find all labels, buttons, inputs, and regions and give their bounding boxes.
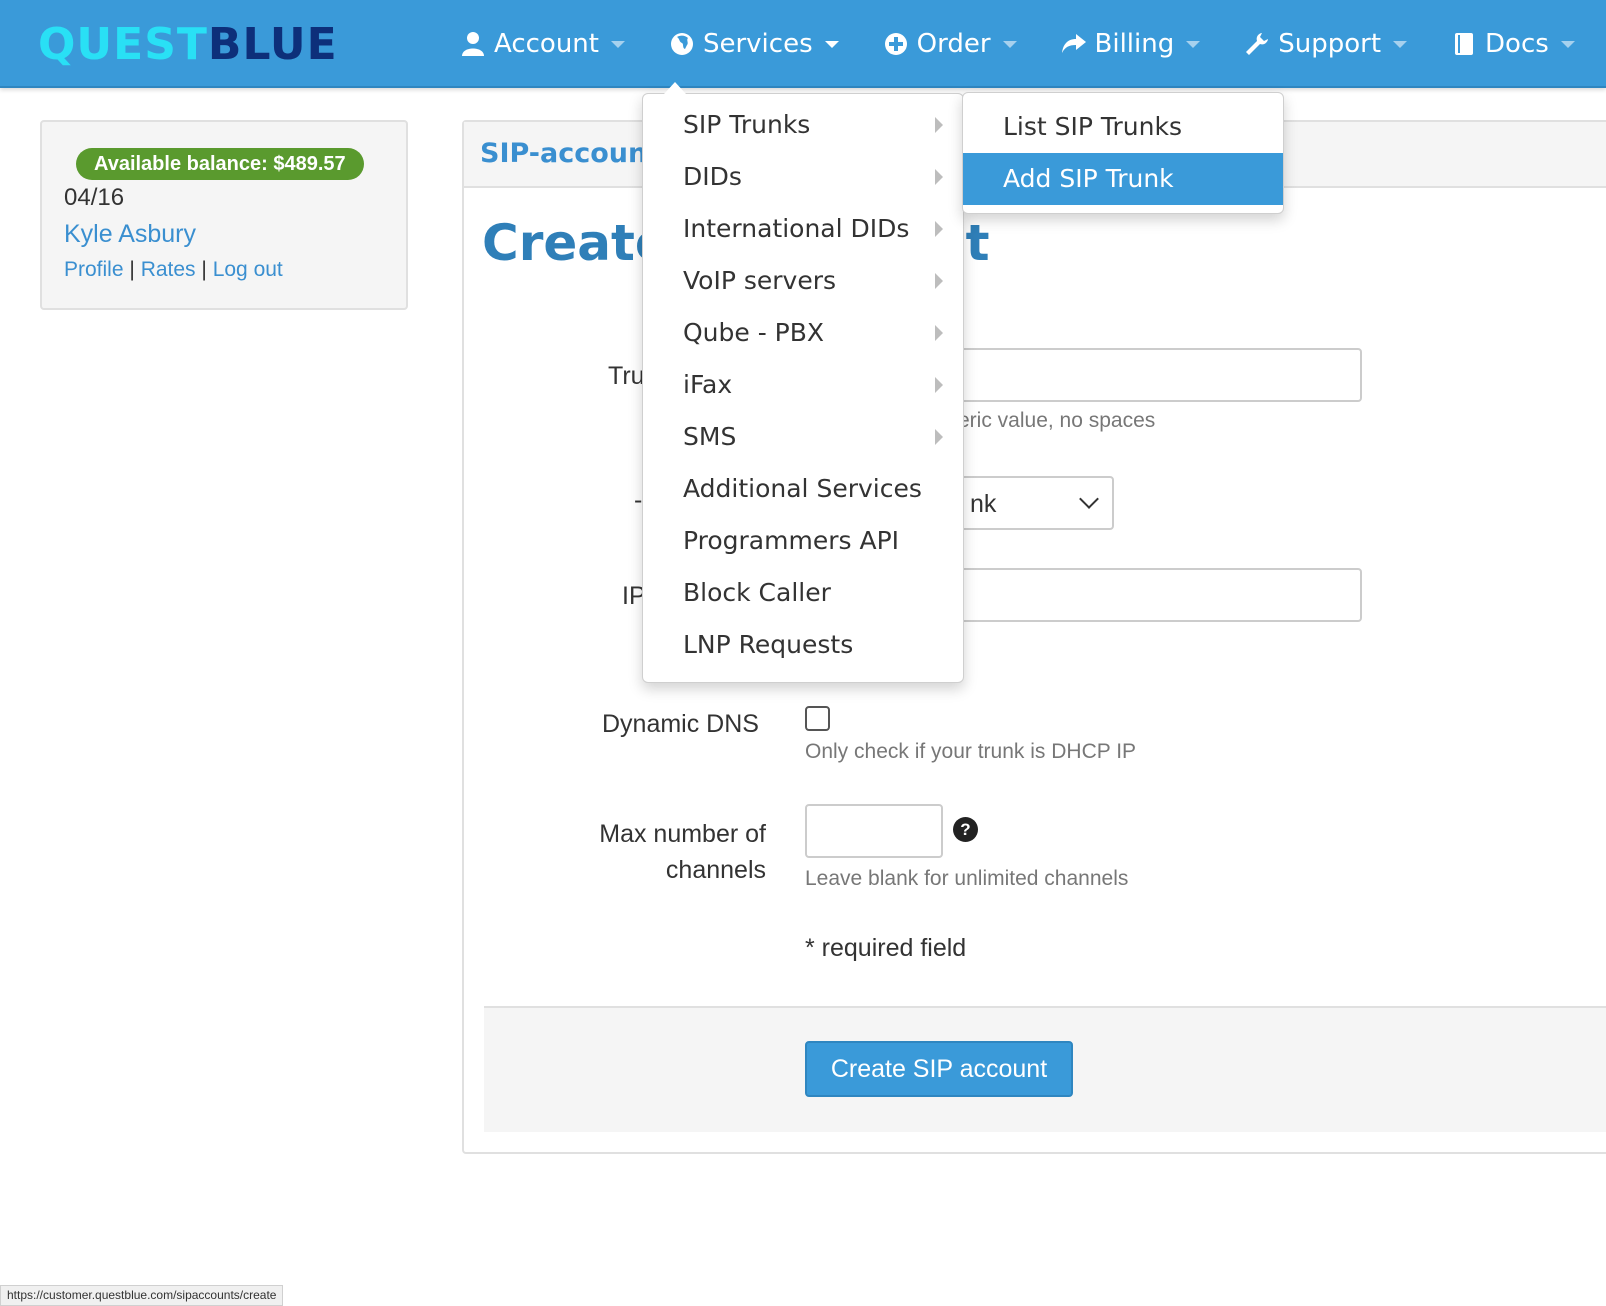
- submenu-add-sip-trunk[interactable]: Add SIP Trunk: [963, 153, 1283, 205]
- max-channels-label-line2: channels: [665, 856, 766, 884]
- max-channels-help: Leave blank for unlimited channels: [805, 867, 1129, 890]
- status-bar-url: https://customer.questblue.com/sipaccoun…: [0, 1285, 284, 1306]
- trunk-type-value: nk: [970, 490, 997, 518]
- question-icon[interactable]: ?: [953, 817, 978, 842]
- menu-item-label: Programmers API: [683, 526, 900, 555]
- menu-item-additional-services[interactable]: Additional Services: [643, 463, 963, 515]
- dropdown-pointer: [664, 82, 686, 94]
- share-arrow-icon: [1061, 31, 1087, 57]
- page-title: Create: [482, 214, 669, 272]
- balance-badge: Available balance: $489.57: [76, 148, 364, 180]
- nav-account[interactable]: Account: [460, 0, 625, 88]
- rates-link[interactable]: Rates: [141, 258, 196, 281]
- menu-item-label: International DIDs: [683, 214, 910, 243]
- nav-billing-label: Billing: [1094, 29, 1175, 59]
- chevron-right-icon: [935, 325, 943, 341]
- menu-item-sip-trunks[interactable]: SIP Trunks: [643, 99, 963, 151]
- user-date: 04/16: [64, 184, 125, 211]
- services-dropdown-menu: SIP Trunks DIDs International DIDs VoIP …: [642, 93, 964, 683]
- chevron-down-icon: [610, 40, 625, 48]
- menu-item-voip-servers[interactable]: VoIP servers: [643, 255, 963, 307]
- menu-item-label: SIP Trunks: [683, 110, 811, 139]
- menu-item-label: DIDs: [683, 162, 742, 191]
- book-icon: [1451, 31, 1477, 57]
- menu-item-label: SMS: [683, 422, 737, 451]
- menu-item-label: Qube - PBX: [683, 318, 825, 347]
- menu-item-label: iFax: [683, 370, 733, 399]
- menu-item-sms[interactable]: SMS: [643, 411, 963, 463]
- top-navbar: QUESTBLUE Account Services Order Billing…: [0, 0, 1606, 88]
- dynamic-dns-label: Dynamic DNS: [602, 710, 759, 738]
- menu-item-label: VoIP servers: [683, 266, 837, 295]
- questblue-logo[interactable]: QUESTBLUE: [38, 22, 338, 68]
- menu-item-international-dids[interactable]: International DIDs: [643, 203, 963, 255]
- chevron-right-icon: [935, 273, 943, 289]
- chevron-right-icon: [935, 429, 943, 445]
- menu-item-block-caller[interactable]: Block Caller: [643, 567, 963, 619]
- dynamic-dns-help: Only check if your trunk is DHCP IP: [805, 740, 1137, 763]
- chevron-down-icon: [1393, 40, 1408, 48]
- nav-account-label: Account: [494, 29, 599, 59]
- menu-item-qube-pbx[interactable]: Qube - PBX: [643, 307, 963, 359]
- chevron-right-icon: [935, 221, 943, 237]
- menu-item-ifax[interactable]: iFax: [643, 359, 963, 411]
- link-separator: |: [129, 258, 135, 281]
- nav-docs[interactable]: Docs: [1451, 0, 1575, 88]
- user-links: Profile | Rates | Log out: [64, 258, 283, 282]
- menu-item-programmers-api[interactable]: Programmers API: [643, 515, 963, 567]
- user-name-link[interactable]: Kyle Asbury: [64, 220, 196, 249]
- create-sip-account-button[interactable]: Create SIP account: [805, 1041, 1073, 1097]
- menu-item-label: Additional Services: [683, 474, 922, 503]
- chevron-down-icon: [1079, 489, 1099, 509]
- globe-icon: [669, 31, 695, 57]
- menu-item-label: Block Caller: [683, 578, 831, 607]
- nav-menu: Account Services Order Billing Support D…: [460, 0, 1606, 88]
- ip-input[interactable]: [954, 568, 1362, 622]
- nav-billing[interactable]: Billing: [1061, 0, 1201, 88]
- trunk-name-label: Tru: [608, 362, 645, 390]
- logo-part-quest: QUEST: [38, 19, 208, 70]
- menu-item-dids[interactable]: DIDs: [643, 151, 963, 203]
- submenu-list-sip-trunks[interactable]: List SIP Trunks: [963, 101, 1283, 153]
- menu-item-lnp-requests[interactable]: LNP Requests: [643, 619, 963, 671]
- plus-circle-icon: [883, 31, 909, 57]
- sip-accounts-panel: SIP-accounts: [462, 120, 1606, 1154]
- chevron-down-icon: [824, 40, 839, 48]
- nav-support[interactable]: Support: [1244, 0, 1408, 88]
- menu-item-label: LNP Requests: [683, 630, 854, 659]
- max-channels-label-line1: Max number of: [599, 820, 766, 848]
- chevron-down-icon: [1560, 40, 1575, 48]
- user-summary-box: Available balance: $489.57 04/16 Kyle As…: [40, 120, 408, 310]
- chevron-right-icon: [935, 169, 943, 185]
- max-channels-input[interactable]: [805, 804, 943, 858]
- nav-services-label: Services: [702, 29, 813, 59]
- dynamic-dns-checkbox[interactable]: [805, 706, 830, 731]
- chevron-right-icon: [935, 377, 943, 393]
- link-separator: |: [201, 258, 207, 281]
- nav-order-label: Order: [916, 29, 991, 59]
- user-icon: [460, 31, 486, 57]
- profile-link[interactable]: Profile: [64, 258, 124, 281]
- logo-part-blue: BLUE: [207, 19, 338, 70]
- required-field-note: * required field: [805, 934, 967, 962]
- chevron-down-icon: [1002, 40, 1017, 48]
- trunk-name-help: eric value, no spaces: [958, 409, 1156, 432]
- wrench-icon: [1244, 31, 1270, 57]
- nav-docs-label: Docs: [1485, 29, 1549, 59]
- max-channels-label: Max number of channels: [590, 816, 766, 888]
- trunk-type-select[interactable]: nk: [954, 476, 1114, 530]
- logout-link[interactable]: Log out: [213, 258, 283, 281]
- chevron-right-icon: [935, 117, 943, 133]
- nav-order[interactable]: Order: [883, 0, 1017, 88]
- nav-services[interactable]: Services: [669, 0, 839, 88]
- nav-support-label: Support: [1278, 29, 1382, 59]
- chevron-down-icon: [1186, 40, 1201, 48]
- sip-trunks-submenu: List SIP Trunks Add SIP Trunk: [962, 92, 1284, 214]
- trunk-name-input[interactable]: [954, 348, 1362, 402]
- app-root: QUESTBLUE Account Services Order Billing…: [0, 0, 1606, 1306]
